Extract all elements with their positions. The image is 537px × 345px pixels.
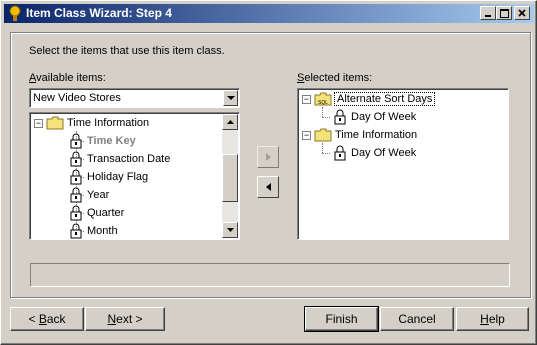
sql-folder-icon: SQL [314,92,332,106]
cancel-button-label: Cancel [398,312,436,326]
tree-node-time-information[interactable]: Time Information [46,114,149,132]
title-bar[interactable]: Item Class Wizard: Step 4 [4,4,534,23]
scroll-up-button[interactable] [222,114,238,130]
collapse-toggle[interactable]: − [302,95,311,104]
finish-button-label: Finish [325,312,358,326]
item-lock-icon [70,133,82,149]
scroll-down-button[interactable] [222,222,238,238]
tree-item-label: Month [87,225,118,237]
chevron-down-icon [226,228,234,232]
item-lock-icon [334,109,346,125]
item-lock-icon [70,223,82,239]
tree-item-day-of-week[interactable]: Day Of Week [332,144,416,162]
next-button[interactable]: Next > [85,307,165,331]
next-button-mnemonic: N [107,312,117,326]
status-area [30,263,510,287]
add-item-button[interactable] [257,146,279,168]
help-button-label: elp [488,312,505,326]
arrow-right-icon [265,153,271,161]
tree-item-holiday-flag[interactable]: Holiday Flag [68,168,148,186]
tree-node-alternate-sort-days[interactable]: SQL Alternate Sort Days [314,90,436,108]
tree-connector [322,153,330,155]
collapse-toggle[interactable]: − [302,131,311,140]
item-lock-icon [334,145,346,161]
store-dropdown-value: New Video Stores [33,92,121,104]
arrow-left-icon [265,183,271,191]
help-button[interactable]: Help [456,307,529,331]
help-button-mnemonic: H [480,312,489,326]
next-button-label: ext > [116,312,143,326]
tree-item-label: Transaction Date [87,153,171,165]
tree-item-day-of-week[interactable]: Day Of Week [332,108,416,126]
chevron-up-icon [226,120,234,124]
tree-item-label: Day Of Week [351,147,417,159]
collapse-toggle[interactable]: − [34,119,43,128]
back-button-mnemonic: B [38,312,47,326]
svg-text:SQL: SQL [318,100,328,106]
selected-items-label: Selected items: [297,72,373,84]
tree-node-time-information[interactable]: Time Information [314,126,417,144]
tree-item-quarter[interactable]: Quarter [68,204,124,222]
wizard-icon [9,5,21,21]
cancel-button[interactable]: Cancel [380,307,454,331]
remove-item-button[interactable] [257,176,279,198]
tree-item-label: Holiday Flag [87,171,149,183]
back-button-prefix: < [28,312,39,326]
tree-item-time-key[interactable]: Time Key [68,132,136,150]
close-icon [518,9,526,17]
tree-node-label: Time Information [335,129,418,141]
item-lock-icon [70,151,82,167]
maximize-icon [499,8,509,18]
tree-item-label: Quarter [87,207,125,219]
available-items-label: Available items: [29,72,106,84]
back-button[interactable]: < Back [10,307,84,331]
tree-item-label: Day Of Week [351,111,417,123]
folder-icon [46,116,64,130]
tree-connector [322,107,324,117]
minimize-button[interactable] [480,6,496,20]
tree-item-label: Time Key [87,135,136,147]
tree-item-month[interactable]: Month [68,222,118,239]
close-button[interactable] [514,6,530,20]
available-items-tree[interactable]: − Time Information Time Key Transaction … [29,112,240,240]
wizard-window: Item Class Wizard: Step 4 Select the ite… [0,0,537,345]
finish-button[interactable]: Finish [304,306,379,332]
instructions-text: Select the items that use this item clas… [29,45,225,57]
minimize-icon [485,15,491,17]
item-lock-icon [70,169,82,185]
tree-item-label: Year [87,189,110,201]
item-lock-icon [70,187,82,203]
tree-node-label: Alternate Sort Days [333,92,436,106]
tree-connector [322,117,330,119]
tree-node-label: Time Information [67,117,150,129]
store-dropdown[interactable]: New Video Stores [29,88,240,108]
tree-item-transaction-date[interactable]: Transaction Date [68,150,170,168]
folder-icon [314,128,332,142]
dropdown-arrow-button[interactable] [223,90,238,106]
chevron-down-icon [226,95,235,100]
scroll-thumb[interactable] [222,154,238,202]
tree-item-year[interactable]: Year [68,186,109,204]
selected-items-tree[interactable]: − SQL Alternate Sort Days Day Of Week − … [297,88,509,240]
window-title: Item Class Wizard: Step 4 [26,6,172,20]
back-button-label: ack [46,312,66,326]
tree-connector [322,143,324,153]
maximize-button[interactable] [496,6,512,20]
item-lock-icon [70,205,82,221]
available-scrollbar[interactable] [222,114,238,238]
